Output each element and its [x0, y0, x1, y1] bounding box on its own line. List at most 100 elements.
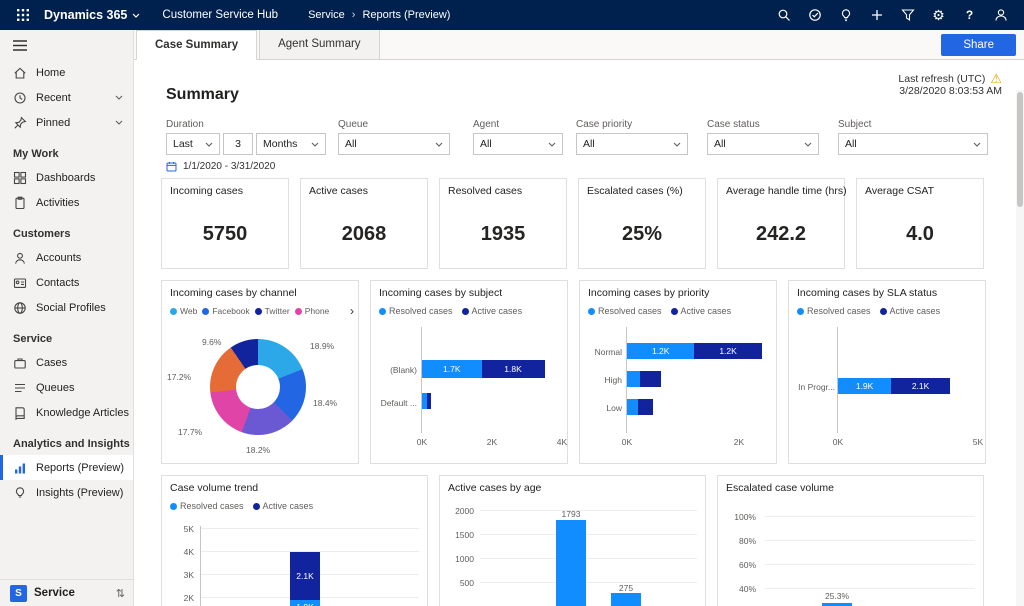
- warning-icon[interactable]: ⚠: [990, 72, 1002, 85]
- active-bar-segment[interactable]: [427, 393, 431, 409]
- legend-item-web[interactable]: Web: [170, 306, 197, 316]
- chevron-down-icon[interactable]: [115, 95, 123, 100]
- subject-select[interactable]: All: [838, 133, 988, 155]
- settings-gear-icon[interactable]: ⚙: [925, 3, 952, 27]
- agent-select[interactable]: All: [473, 133, 563, 155]
- sidebar-collapse-icon[interactable]: [0, 30, 133, 60]
- queue-select[interactable]: All: [338, 133, 450, 155]
- sidebar-item-home[interactable]: Home: [0, 60, 133, 85]
- legend-label: Active cases: [681, 306, 732, 316]
- share-button[interactable]: Share: [941, 34, 1016, 56]
- bar-value-label: 1793: [556, 509, 586, 519]
- legend-dot: [379, 308, 386, 315]
- filter-icon[interactable]: [894, 3, 921, 27]
- sidebar-item-recent[interactable]: Recent: [0, 85, 133, 110]
- scrollbar-thumb[interactable]: [1017, 92, 1023, 207]
- checkmark-circle-icon[interactable]: [801, 3, 828, 27]
- breadcrumb-section[interactable]: Service: [308, 9, 345, 21]
- legend-item-active[interactable]: Active cases: [671, 306, 732, 316]
- category-label: Normal: [584, 347, 622, 357]
- sidebar-item-label: Pinned: [36, 117, 70, 129]
- sidebar-item-accounts[interactable]: Accounts: [0, 245, 133, 270]
- legend-item-active[interactable]: Active cases: [253, 501, 314, 511]
- category-label: High: [584, 375, 622, 385]
- bar-value-label: 25.3%: [820, 591, 854, 601]
- x-tick: 0K: [615, 437, 639, 447]
- vertical-scrollbar[interactable]: [1016, 90, 1024, 606]
- legend-more-icon[interactable]: ›: [350, 304, 354, 318]
- search-icon[interactable]: [770, 3, 797, 27]
- sidebar-item-contacts[interactable]: Contacts: [0, 270, 133, 295]
- chart-incoming-cases-by-channel: Incoming cases by channel Web Facebook T…: [161, 280, 359, 464]
- select-value: All: [583, 138, 595, 150]
- duration-unit-select[interactable]: Months: [256, 133, 326, 155]
- bar-row: 1.7K 1.8K: [422, 360, 562, 378]
- legend-item-resolved[interactable]: Resolved cases: [797, 306, 871, 316]
- plus-icon[interactable]: [863, 3, 890, 27]
- donut-label: 17.2%: [167, 372, 191, 382]
- resolved-bar-segment[interactable]: 1.2K: [627, 343, 694, 359]
- legend-item-active[interactable]: Active cases: [462, 306, 523, 316]
- hub-title[interactable]: Customer Service Hub: [162, 9, 278, 21]
- duration-value-input[interactable]: 3: [223, 133, 253, 155]
- app-title[interactable]: Dynamics 365: [44, 8, 140, 22]
- column-bar[interactable]: [556, 520, 586, 606]
- active-bar-segment[interactable]: 2.1K: [891, 378, 950, 394]
- sidebar-item-cases[interactable]: Cases: [0, 350, 133, 375]
- legend-item-active[interactable]: Active cases: [880, 306, 941, 316]
- legend-dot: [170, 308, 177, 315]
- sidebar-item-queues[interactable]: Queues: [0, 375, 133, 400]
- legend-dot: [588, 308, 595, 315]
- sidebar-item-reports-preview[interactable]: Reports (Preview): [0, 455, 133, 480]
- sidebar-item-knowledge-articles[interactable]: Knowledge Articles: [0, 400, 133, 425]
- active-bar-segment[interactable]: 1.8K: [482, 360, 545, 378]
- column-bar[interactable]: [611, 593, 641, 606]
- legend-item-resolved[interactable]: Resolved cases: [588, 306, 662, 316]
- sidebar-item-dashboards[interactable]: Dashboards: [0, 165, 133, 190]
- kpi-card-active-cases: Active cases 2068: [300, 178, 428, 269]
- breadcrumb-page[interactable]: Reports (Preview): [362, 9, 450, 21]
- resolved-bar-segment[interactable]: 1.9K: [838, 378, 891, 394]
- case-priority-select[interactable]: All: [576, 133, 688, 155]
- briefcase-icon: [13, 356, 27, 370]
- clipboard-icon: [13, 196, 27, 210]
- active-bar-segment[interactable]: 1.2K: [694, 343, 761, 359]
- active-column-segment[interactable]: 2.1K: [290, 552, 320, 600]
- chart-incoming-cases-by-sla-status: Incoming cases by SLA status Resolved ca…: [788, 280, 986, 464]
- resolved-bar-segment[interactable]: 1.7K: [422, 360, 482, 378]
- legend-item-phone[interactable]: Phone: [295, 306, 330, 316]
- filter-label: Duration: [166, 119, 326, 130]
- resolved-column-segment[interactable]: 1.9K: [290, 600, 320, 606]
- x-tick: 4K: [550, 437, 568, 447]
- y-tick: 100%: [726, 512, 756, 522]
- updown-arrows-icon[interactable]: ⇅: [116, 587, 125, 600]
- select-value: Last: [173, 138, 193, 150]
- resolved-bar-segment[interactable]: [627, 399, 638, 415]
- chevron-down-icon: [205, 142, 213, 147]
- sidebar-item-activities[interactable]: Activities: [0, 190, 133, 215]
- active-bar-segment[interactable]: [640, 371, 661, 387]
- help-icon[interactable]: ?: [956, 3, 983, 27]
- legend-label: Resolved cases: [389, 306, 453, 316]
- legend-item-facebook[interactable]: Facebook: [202, 306, 249, 316]
- app-launcher-icon[interactable]: [10, 4, 36, 26]
- sidebar-item-social-profiles[interactable]: Social Profiles: [0, 295, 133, 320]
- tab-agent-summary[interactable]: Agent Summary: [259, 29, 379, 59]
- chevron-down-icon[interactable]: [115, 120, 123, 125]
- legend-item-resolved[interactable]: Resolved cases: [379, 306, 453, 316]
- kpi-label: Average handle time (hrs): [726, 185, 847, 197]
- sidebar-item-pinned[interactable]: Pinned: [0, 110, 133, 135]
- tab-case-summary[interactable]: Case Summary: [136, 30, 257, 60]
- sidebar-area-switcher[interactable]: S Service ⇅: [0, 579, 133, 606]
- active-bar-segment[interactable]: [638, 399, 653, 415]
- case-status-select[interactable]: All: [707, 133, 819, 155]
- resolved-bar-segment[interactable]: [627, 371, 640, 387]
- donut-chart[interactable]: [210, 339, 306, 435]
- legend-label: Resolved cases: [598, 306, 662, 316]
- legend-item-twitter[interactable]: Twitter: [255, 306, 290, 316]
- duration-operator-select[interactable]: Last: [166, 133, 220, 155]
- legend-item-resolved[interactable]: Resolved cases: [170, 501, 244, 511]
- user-avatar-icon[interactable]: [987, 3, 1014, 27]
- sidebar-item-insights-preview[interactable]: Insights (Preview): [0, 480, 133, 505]
- lightbulb-icon[interactable]: [832, 3, 859, 27]
